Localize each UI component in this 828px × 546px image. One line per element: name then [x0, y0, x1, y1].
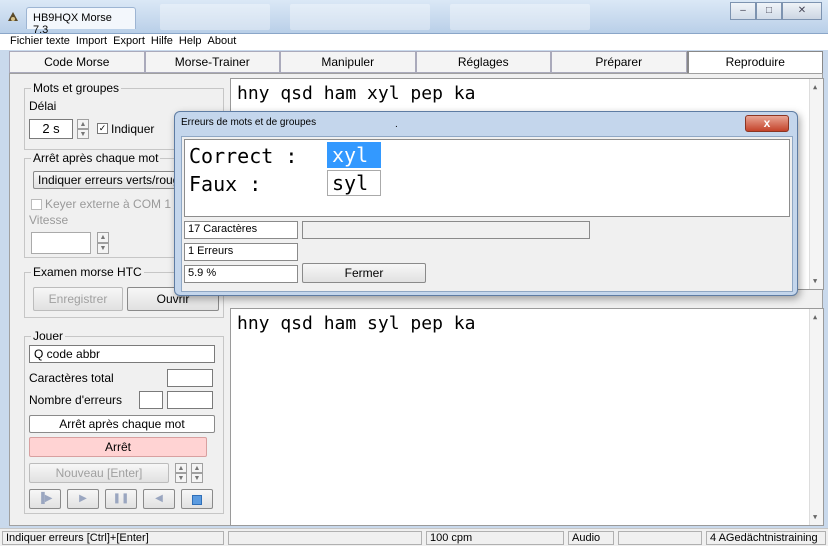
sent-text: hny qsd ham xyl pep ka	[237, 83, 476, 104]
progress-bar	[302, 221, 590, 239]
speed-label: Vitesse	[29, 213, 69, 227]
stop-icon[interactable]	[181, 489, 213, 509]
tab-morse-trainer[interactable]: Morse-Trainer	[144, 51, 280, 73]
scroll-down-icon[interactable]: ▼	[813, 513, 817, 521]
save-button[interactable]: Enregistrer	[33, 287, 123, 311]
delay-label: Délai	[29, 99, 57, 113]
up-icon[interactable]: ▲	[191, 463, 203, 473]
stop-button[interactable]: Arrêt	[29, 437, 207, 457]
tab-reproduire[interactable]: Reproduire	[686, 51, 823, 73]
received-text-area[interactable]: hny qsd ham syl pep ka ▲ ▼	[230, 308, 824, 526]
chars-count: 17 Caractères	[184, 221, 298, 239]
title-bar: HB9HQX Morse 7.3 – □ ✕	[0, 0, 828, 36]
keyer-label: Keyer externe à COM 1	[45, 197, 172, 211]
total-label: Caractères total	[29, 371, 114, 385]
errors-value	[167, 391, 213, 409]
delay-up-icon[interactable]: ▲	[77, 119, 89, 129]
dialog-dot: .	[395, 119, 398, 130]
correct-value: xyl	[327, 142, 381, 168]
scroll-up-icon[interactable]: ▲	[813, 83, 817, 91]
menu-help[interactable]: Help	[179, 34, 206, 50]
group-title: Arrêt après chaque mot	[31, 151, 161, 165]
correct-label: Correct :	[189, 144, 298, 168]
status-audio: Audio	[568, 531, 614, 545]
errors-dialog: Erreurs de mots et de groupes . x Correc…	[174, 111, 798, 296]
status-mode: 4 AGedächtnistraining	[706, 531, 826, 545]
step-play-icon[interactable]: ▐▶	[29, 489, 61, 509]
wrong-value: syl	[327, 170, 381, 196]
menu-export[interactable]: Export	[113, 34, 149, 50]
speed-down-icon[interactable]: ▼	[97, 243, 109, 254]
errors-value	[139, 391, 163, 409]
window-title: HB9HQX Morse 7.3	[26, 7, 136, 36]
dialog-title: Erreurs de mots et de groupes	[181, 117, 317, 128]
pause-icon[interactable]: ❚❚	[105, 489, 137, 509]
menu-about[interactable]: About	[208, 34, 241, 50]
minimize-button[interactable]: –	[730, 2, 756, 20]
scroll-up-icon[interactable]: ▲	[813, 313, 817, 321]
stop-each-word-button[interactable]: Arrêt après chaque mot	[29, 415, 215, 433]
title-decoration	[450, 4, 590, 30]
keyer-checkbox[interactable]	[31, 199, 42, 210]
title-decoration	[160, 4, 270, 30]
error-percent: 5.9 %	[184, 265, 298, 283]
menu-hilfe[interactable]: Hilfe	[151, 34, 177, 50]
menu-fichier-texte[interactable]: Fichier texte	[10, 34, 74, 50]
wrong-label: Faux :	[189, 172, 262, 196]
speed-input[interactable]	[31, 232, 91, 254]
title-decoration	[290, 4, 430, 30]
group-title: Examen morse HTC	[31, 265, 144, 279]
speed-up-icon[interactable]: ▲	[97, 232, 109, 243]
errors-count: 1 Erreurs	[184, 243, 298, 261]
delay-down-icon[interactable]: ▼	[77, 129, 89, 139]
show-checkbox[interactable]: ✓	[97, 123, 108, 134]
menu-import[interactable]: Import	[76, 34, 111, 50]
tab-reglages[interactable]: Réglages	[415, 51, 551, 73]
status-speed: 100 cpm	[426, 531, 564, 545]
group-title: Mots et groupes	[31, 81, 122, 95]
close-dialog-button[interactable]: Fermer	[302, 263, 426, 283]
status-empty	[618, 531, 702, 545]
dialog-body: Correct : xyl Faux : syl 17 Caractères 1…	[181, 136, 793, 292]
dialog-close-button[interactable]: x	[745, 115, 789, 132]
received-text: hny qsd ham syl pep ka	[237, 313, 476, 334]
status-bar: Indiquer erreurs [Ctrl]+[Enter] 100 cpm …	[0, 528, 828, 546]
new-button[interactable]: Nouveau [Enter]	[29, 463, 169, 483]
errors-label: Nombre d'erreurs	[29, 393, 122, 407]
tab-code-morse[interactable]: Code Morse	[9, 51, 145, 73]
maximize-button[interactable]: □	[756, 2, 782, 20]
down-icon[interactable]: ▼	[191, 473, 203, 483]
mode-select[interactable]: Q code abbr	[29, 345, 215, 363]
play-icon[interactable]: ▶	[67, 489, 99, 509]
back-icon[interactable]: ◀	[143, 489, 175, 509]
group-jouer: Jouer Q code abbr Caractères total Nombr…	[24, 329, 224, 514]
morse-app-icon	[8, 12, 18, 21]
up-icon[interactable]: ▲	[175, 463, 187, 473]
main-tabs: Code Morse Morse-Trainer Manipuler Régla…	[9, 51, 823, 73]
comparison-box: Correct : xyl Faux : syl	[184, 139, 790, 217]
scrollbar[interactable]: ▲ ▼	[809, 309, 823, 525]
delay-input[interactable]: 2 s	[29, 119, 73, 139]
status-hint: Indiquer erreurs [Ctrl]+[Enter]	[2, 531, 224, 545]
tab-preparer[interactable]: Préparer	[551, 51, 687, 73]
total-value	[167, 369, 213, 387]
show-check-label: Indiquer	[111, 122, 155, 136]
scrollbar[interactable]: ▲ ▼	[809, 79, 823, 289]
group-title: Jouer	[31, 329, 66, 343]
scroll-down-icon[interactable]: ▼	[813, 277, 817, 285]
close-window-button[interactable]: ✕	[782, 2, 822, 20]
down-icon[interactable]: ▼	[175, 473, 187, 483]
tab-manipuler[interactable]: Manipuler	[280, 51, 416, 73]
menu-bar: Fichier texte Import Export Hilfe Help A…	[0, 34, 828, 50]
status-empty	[228, 531, 422, 545]
